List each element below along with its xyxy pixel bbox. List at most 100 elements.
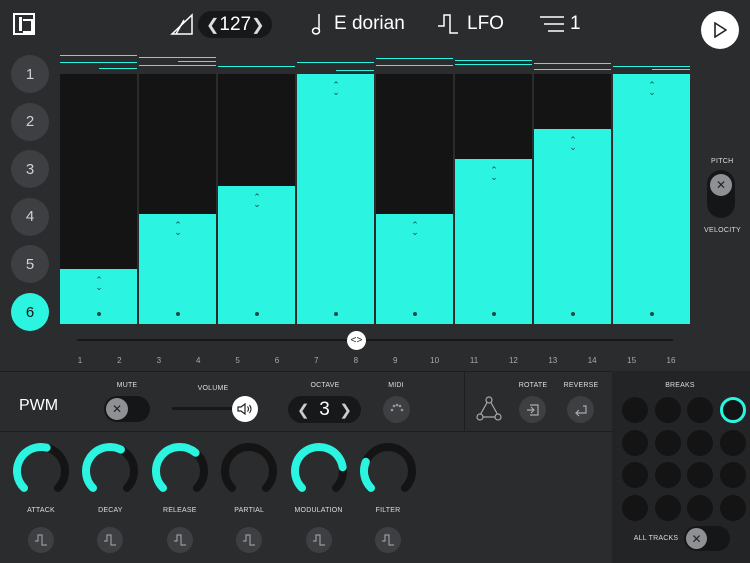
knob-partial[interactable] — [220, 442, 278, 500]
break-pad[interactable] — [719, 494, 746, 521]
drag-handle-icon[interactable]: ⌃ ⌄ — [331, 81, 341, 97]
reverse-button[interactable] — [567, 396, 594, 423]
step-bar-track[interactable]: ⌃ ⌄ — [297, 74, 374, 324]
lfo-selector[interactable]: LFO — [437, 10, 504, 38]
track-button[interactable]: 4 — [11, 197, 49, 236]
drag-handle-icon[interactable]: ⌃ ⌄ — [410, 221, 420, 237]
step-bar[interactable]: ⌃ ⌄ — [139, 214, 216, 324]
drag-handle-icon[interactable]: ⌃ ⌄ — [647, 81, 657, 97]
step-number: 5 — [235, 356, 240, 365]
step-sequencer[interactable]: ⌃ ⌄ ⌃ ⌄ ⌃ ⌄ ⌃ ⌄ ⌃ ⌄ ⌃ ⌄ ⌃ ⌄ ⌃ ⌄ — [60, 52, 690, 324]
pattern-selector[interactable]: 1 — [540, 10, 581, 38]
track-button[interactable]: 1 — [11, 55, 49, 93]
step-bar[interactable]: ⌃ ⌄ — [218, 186, 295, 324]
chevron-right-icon[interactable]: ❯ — [339, 401, 352, 419]
step-bar-track[interactable]: ⌃ ⌄ — [455, 74, 532, 324]
break-pad[interactable] — [622, 397, 648, 423]
sequencer-column[interactable]: ⌃ ⌄ — [455, 52, 532, 324]
all-tracks-toggle[interactable]: ✕ — [684, 526, 730, 551]
knob-filter[interactable] — [359, 442, 417, 500]
lfo-wave-icon — [104, 534, 117, 546]
lfo-mod-button[interactable] — [375, 527, 401, 553]
break-pad[interactable] — [654, 462, 681, 488]
knob-release[interactable] — [151, 442, 209, 500]
sequencer-column[interactable]: ⌃ ⌄ — [139, 52, 216, 324]
volume-slider-handle[interactable] — [232, 396, 258, 422]
close-icon: ✕ — [710, 174, 732, 196]
pitch-velocity-toggle[interactable]: ✕ — [707, 170, 735, 218]
knob-label: RELEASE — [162, 507, 197, 514]
rotate-button[interactable] — [519, 396, 546, 423]
break-pad[interactable] — [719, 397, 746, 423]
tempo-stepper[interactable]: ❮ 127 ❯ — [198, 11, 272, 38]
step-scroll-track[interactable] — [77, 339, 673, 341]
close-icon: ✕ — [686, 528, 707, 549]
step-bar-track[interactable]: ⌃ ⌄ — [218, 74, 295, 324]
drag-handle-icon[interactable]: ⌃ ⌄ — [489, 166, 499, 182]
step-bar[interactable]: ⌃ ⌄ — [376, 214, 453, 324]
sequencer-column[interactable]: ⌃ ⌄ — [60, 52, 137, 324]
step-bar-track[interactable]: ⌃ ⌄ — [139, 74, 216, 324]
knob-modulation[interactable] — [290, 442, 348, 500]
break-pad[interactable] — [687, 429, 713, 456]
break-pad[interactable] — [654, 397, 681, 423]
play-button[interactable] — [701, 11, 739, 49]
mute-toggle[interactable]: ✕ — [104, 396, 150, 422]
variation-lines — [376, 52, 453, 74]
lfo-mod-button[interactable] — [236, 527, 263, 553]
break-pad[interactable] — [719, 429, 746, 456]
step-scroll-handle[interactable]: <> — [347, 331, 366, 350]
knob-attack[interactable] — [12, 442, 70, 500]
break-pad[interactable] — [654, 429, 681, 456]
app-logo-icon[interactable] — [13, 13, 35, 35]
step-number: 6 — [274, 356, 280, 365]
break-pad[interactable] — [687, 494, 713, 521]
mute-label: MUTE — [116, 382, 138, 389]
lfo-mod-button[interactable] — [97, 527, 124, 553]
break-pad[interactable] — [687, 462, 713, 488]
knob-decay[interactable] — [81, 442, 139, 500]
break-pad[interactable] — [622, 462, 648, 488]
midi-button[interactable] — [383, 396, 410, 423]
sequencer-column[interactable]: ⌃ ⌄ — [218, 52, 295, 324]
pattern-value: 1 — [570, 13, 581, 34]
drag-handle-icon[interactable]: ⌃ ⌄ — [173, 221, 183, 237]
step-bar-track[interactable]: ⌃ ⌄ — [613, 74, 690, 324]
chevron-left-icon[interactable]: ❮ — [206, 15, 219, 35]
break-pad[interactable] — [622, 429, 648, 456]
break-pad[interactable] — [654, 494, 681, 521]
lfo-mod-button[interactable] — [305, 527, 332, 553]
sequencer-column[interactable]: ⌃ ⌄ — [534, 52, 611, 324]
velocity-label: VELOCITY — [704, 227, 742, 234]
step-bar-track[interactable]: ⌃ ⌄ — [534, 74, 611, 324]
drag-handle-icon[interactable]: ⌃ ⌄ — [94, 276, 104, 292]
chevron-right-icon[interactable]: ❯ — [251, 15, 264, 35]
step-bar-track[interactable]: ⌃ ⌄ — [60, 74, 137, 324]
sequencer-column[interactable]: ⌃ ⌄ — [613, 52, 690, 324]
step-bar[interactable]: ⌃ ⌄ — [455, 159, 532, 324]
octave-stepper[interactable]: ❮ 3 ❯ — [288, 396, 361, 423]
track-button[interactable]: 5 — [11, 245, 49, 284]
step-bar-track[interactable]: ⌃ ⌄ — [376, 74, 453, 324]
step-bar[interactable]: ⌃ ⌄ — [60, 269, 137, 324]
scale-selector[interactable]: E dorian — [309, 10, 405, 38]
break-pad[interactable] — [719, 462, 746, 488]
step-bar[interactable]: ⌃ ⌄ — [613, 74, 690, 324]
step-bar[interactable]: ⌃ ⌄ — [297, 74, 374, 324]
track-button[interactable]: 6 — [11, 293, 49, 331]
step-bar[interactable]: ⌃ ⌄ — [534, 129, 611, 324]
break-pad[interactable] — [622, 494, 648, 521]
euclid-icon[interactable] — [476, 396, 502, 427]
lfo-mod-button[interactable] — [166, 527, 193, 553]
chevron-left-icon[interactable]: ❮ — [297, 401, 310, 419]
sequencer-column[interactable]: ⌃ ⌄ — [297, 52, 374, 324]
break-pad[interactable] — [687, 397, 713, 423]
lfo-mod-button[interactable] — [28, 527, 54, 553]
drag-handle-icon[interactable]: ⌃ ⌄ — [252, 193, 262, 209]
sequencer-column[interactable]: ⌃ ⌄ — [376, 52, 453, 324]
note-icon — [311, 14, 321, 35]
track-button[interactable]: 2 — [11, 102, 49, 141]
track-button[interactable]: 3 — [11, 150, 49, 189]
drag-handle-icon[interactable]: ⌃ ⌄ — [568, 136, 578, 152]
midi-icon — [390, 403, 403, 411]
